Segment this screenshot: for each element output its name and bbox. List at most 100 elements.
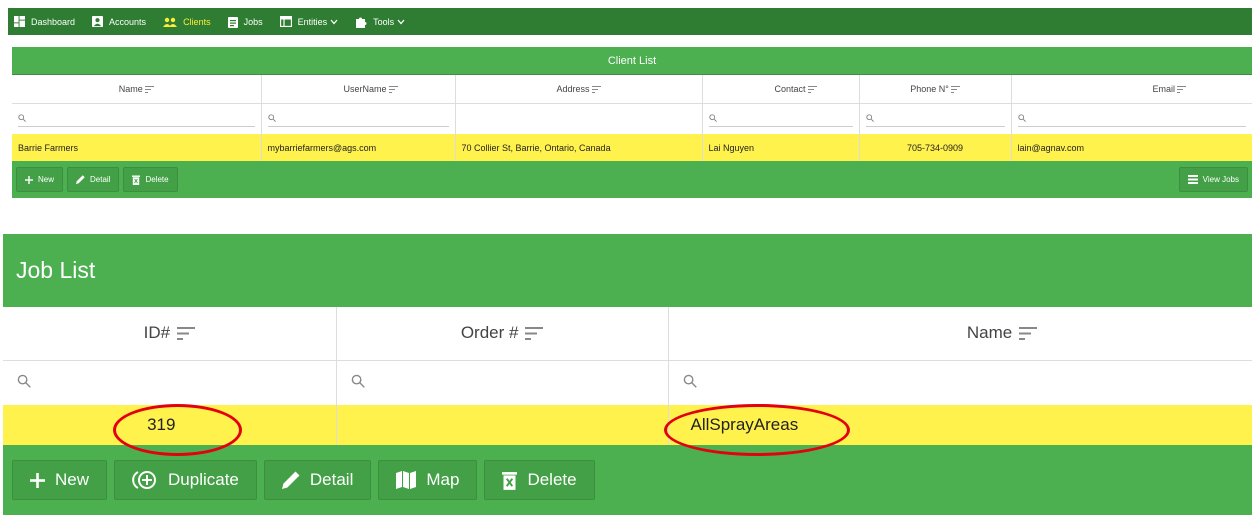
filter-cell-phone[interactable] (859, 103, 1012, 134)
list-icon (1187, 175, 1198, 184)
nav-clients-label: Clients (183, 16, 211, 27)
col-header-label: Address (556, 83, 590, 94)
col-header-address[interactable]: Address (455, 75, 703, 104)
nav-dashboard[interactable]: Dashboard (14, 16, 75, 27)
cell-username: mybarriefarmers@ags.com (261, 134, 456, 161)
col-header-phone[interactable]: Phone N° (859, 75, 1012, 104)
dashboard-icon (14, 16, 25, 27)
job-delete-button[interactable]: Delete (484, 460, 595, 500)
filter-cell-address (455, 103, 703, 134)
job-map-label: Map (426, 470, 460, 489)
col-header-label: Order # (460, 323, 519, 343)
table-icon (279, 16, 292, 27)
col-header-label: ID# (143, 323, 171, 343)
col-header-order[interactable]: Order # (336, 307, 669, 361)
cell-phone: 705-734-0909 (859, 134, 1012, 161)
job-table: ID# Order # Name 319 AllSprayAreas (3, 307, 1252, 445)
col-header-label: Phone N° (910, 83, 949, 94)
col-header-label: Email (1152, 83, 1175, 94)
cell-order (336, 405, 669, 445)
cell-name: Barrie Farmers (12, 134, 262, 161)
client-table: Name UserName Address Contact Phone N° E… (12, 75, 1252, 161)
filter-cell-name[interactable] (668, 360, 1252, 405)
client-detail-label: Detail (90, 175, 111, 184)
trash-icon (132, 175, 141, 185)
nav-clients[interactable]: Clients (163, 17, 211, 27)
view-jobs-label: View Jobs (1202, 175, 1239, 184)
col-header-name[interactable]: Name (668, 307, 1252, 361)
client-toolbar: New Detail Delete View Jobs (12, 161, 1252, 198)
nav-accounts-label: Accounts (109, 16, 147, 27)
client-list-panel: Client List Name UserName Address Contac… (12, 47, 1252, 208)
job-new-button[interactable]: New (12, 460, 108, 500)
search-icon (1017, 114, 1026, 123)
nav-jobs[interactable]: Jobs (227, 16, 263, 28)
col-header-contact[interactable]: Contact (702, 75, 860, 104)
search-icon (17, 374, 31, 388)
cell-contact: Lai Nguyen (702, 134, 860, 161)
search-icon (683, 374, 697, 388)
job-filter-row (3, 360, 1252, 405)
sort-icon (591, 85, 601, 93)
col-header-name[interactable]: Name (12, 75, 262, 104)
filter-cell-order[interactable] (336, 360, 669, 405)
search-icon (267, 114, 276, 123)
pencil-icon (76, 175, 85, 184)
filter-cell-email[interactable] (1011, 103, 1252, 134)
job-list-title: Job List (3, 234, 1252, 307)
plus-icon (25, 175, 33, 184)
nav-dashboard-label: Dashboard (31, 16, 76, 27)
sort-icon (807, 85, 817, 93)
search-icon (708, 114, 717, 123)
filter-cell-contact[interactable] (702, 103, 860, 134)
sort-icon (176, 327, 195, 341)
col-header-label: UserName (343, 83, 387, 94)
job-list-panel: Job List ID# Order # Name 319 AllSprayAr… (3, 234, 1252, 515)
job-map-button[interactable]: Map (378, 460, 478, 500)
col-header-email[interactable]: Email (1011, 75, 1252, 104)
job-delete-label: Delete (527, 470, 577, 489)
top-nav: Dashboard Accounts Clients Jobs Entities… (8, 8, 1252, 35)
job-duplicate-button[interactable]: Duplicate (114, 460, 257, 500)
client-detail-button[interactable]: Detail (67, 167, 120, 192)
filter-cell-username[interactable] (261, 103, 456, 134)
filter-cell-name[interactable] (12, 103, 262, 134)
client-delete-label: Delete (145, 175, 169, 184)
filter-cell-id[interactable] (3, 360, 337, 405)
sort-icon (525, 327, 544, 341)
search-icon (351, 374, 365, 388)
sort-icon (1177, 85, 1186, 93)
map-icon (396, 471, 417, 489)
duplicate-icon (132, 471, 157, 489)
cell-address: 70 Collier St, Barrie, Ontario, Canada (455, 134, 703, 161)
nav-entities[interactable]: Entities (279, 16, 339, 27)
job-detail-button[interactable]: Detail (263, 460, 372, 500)
nav-accounts[interactable]: Accounts (92, 16, 146, 27)
job-toolbar: New Duplicate Detail Map Delete (3, 445, 1252, 515)
search-icon (865, 114, 874, 123)
job-duplicate-label: Duplicate (168, 470, 239, 489)
cell-name-value: AllSprayAreas (690, 415, 799, 434)
job-new-label: New (55, 470, 90, 489)
cell-name: AllSprayAreas (668, 405, 1252, 445)
cell-id-value: 319 (147, 415, 176, 434)
col-header-username[interactable]: UserName (261, 75, 456, 104)
client-delete-button[interactable]: Delete (123, 167, 178, 192)
cell-id: 319 (3, 405, 337, 445)
nav-tools[interactable]: Tools (355, 16, 405, 28)
job-header-row: ID# Order # Name (3, 307, 1252, 361)
client-list-title: Client List (12, 47, 1252, 75)
people-icon (163, 17, 178, 27)
client-new-button[interactable]: New (16, 167, 64, 192)
table-row[interactable]: Barrie Farmers mybarriefarmers@ags.com 7… (12, 134, 1252, 161)
job-detail-label: Detail (309, 470, 354, 489)
table-row[interactable]: 319 AllSprayAreas (3, 405, 1252, 445)
account-box-icon (92, 16, 104, 27)
nav-tools-label: Tools (373, 16, 395, 27)
sort-icon (388, 85, 398, 93)
nav-entities-label: Entities (297, 16, 328, 27)
col-header-id[interactable]: ID# (3, 307, 337, 361)
pencil-icon (281, 471, 300, 489)
view-jobs-button[interactable]: View Jobs (1178, 167, 1248, 192)
col-header-label: Name (118, 83, 143, 94)
